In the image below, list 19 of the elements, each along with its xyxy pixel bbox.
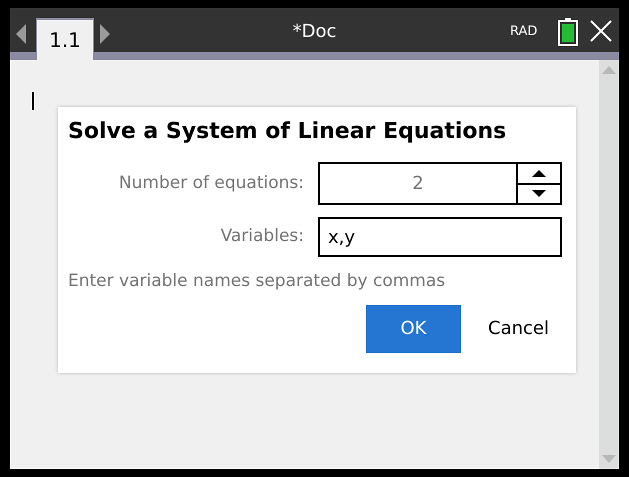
angle-mode: RAD [510, 23, 538, 41]
number-spinner[interactable]: 2 [318, 162, 562, 205]
battery-icon [558, 18, 578, 46]
field-label: Variables: [220, 225, 305, 248]
up-arrow-icon [532, 170, 546, 177]
spinner-value: 2 [411, 172, 425, 196]
document-title: *Doc [292, 20, 336, 44]
close-icon[interactable] [590, 20, 612, 42]
text-cursor [32, 92, 34, 110]
down-arrow-icon [532, 190, 546, 198]
field-label: Number of equations: [118, 172, 305, 195]
dialog-button[interactable]: OK [366, 304, 461, 352]
right-arrow-icon[interactable] [100, 24, 110, 44]
hint-text: Enter variable names separated by commas [68, 270, 446, 293]
dialog-title: Solve a System of Linear Equations [68, 118, 506, 146]
left-arrow-icon[interactable] [16, 24, 26, 44]
page-tab[interactable]: 1.1 [36, 18, 94, 60]
dialog-button[interactable]: Cancel [471, 304, 566, 352]
variables-field[interactable]: x,y [318, 217, 562, 257]
